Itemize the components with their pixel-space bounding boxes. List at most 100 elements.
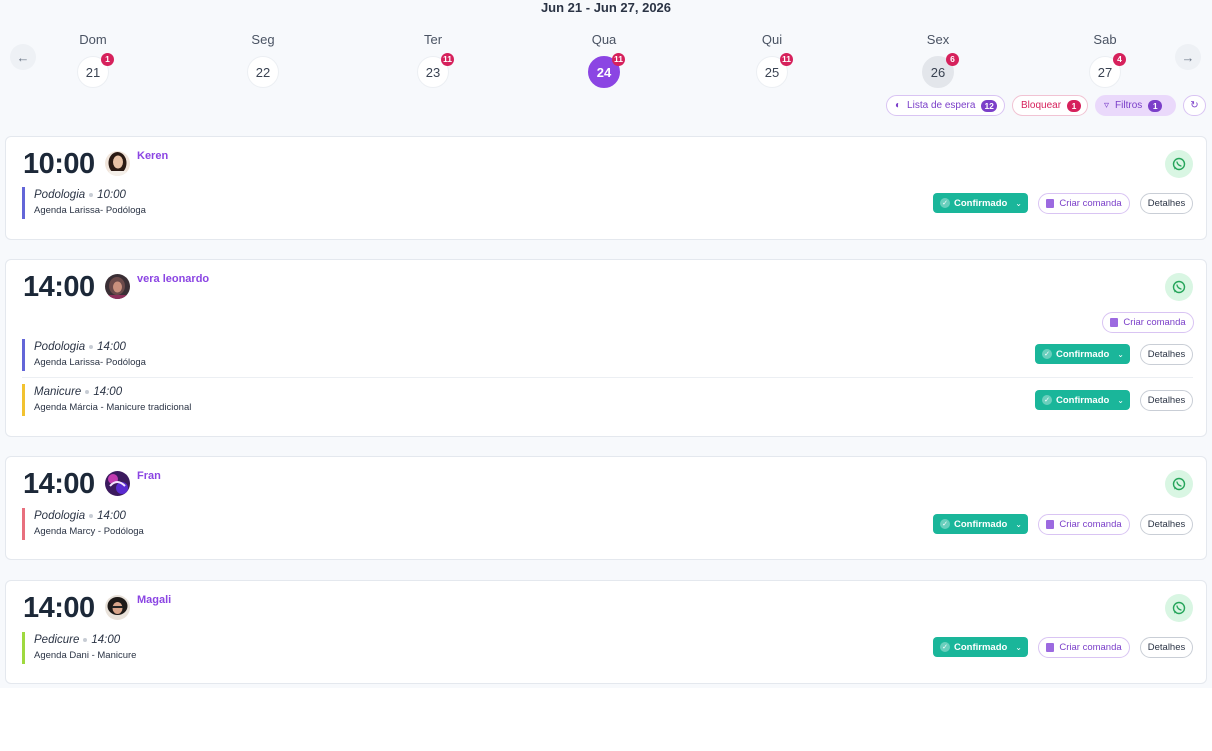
appointment-card: 14:00 Fran Podologia 14:00 Agenda Marcy -…: [5, 456, 1207, 560]
block-count-badge: 1: [1067, 99, 1082, 112]
service-line: Podologia 14:00: [34, 508, 144, 525]
day-number[interactable]: 25 11: [756, 53, 793, 88]
service-agenda: Agenda Larissa- Podóloga: [34, 205, 146, 216]
day-name: Ter: [423, 32, 443, 47]
day-number-text: 26: [930, 64, 946, 80]
receipt-icon: [1046, 520, 1055, 529]
day-count-badge: 11: [441, 53, 454, 66]
waitlist-button[interactable]: ◐ Lista de espera 12: [886, 95, 1005, 116]
day-column-fri[interactable]: Sex 26 6: [908, 32, 968, 88]
service-name: Podologia: [34, 189, 86, 201]
status-dropdown[interactable]: ✓ Confirmado ⌄: [1035, 390, 1130, 410]
status-dropdown[interactable]: ✓ Confirmado ⌄: [1035, 344, 1130, 364]
chevron-down-icon: ⌄: [1015, 642, 1022, 652]
appointment-time: 10:00: [23, 148, 95, 180]
status-label: Confirmado: [1056, 348, 1110, 360]
day-count-badge: 6: [946, 53, 959, 66]
details-button[interactable]: Detalhes: [1140, 390, 1193, 411]
avatar[interactable]: [105, 151, 130, 176]
day-number[interactable]: 21 1: [77, 53, 114, 88]
appointment-card: 10:00 Keren Podologia 10:00 Agenda Lariss…: [5, 136, 1207, 240]
day-column-wed[interactable]: Qua 24 11: [574, 32, 634, 88]
chevron-down-icon: ⌄: [1117, 395, 1124, 405]
details-button[interactable]: Detalhes: [1140, 344, 1193, 365]
service-name: Manicure: [34, 386, 82, 398]
day-name: Qui: [761, 32, 783, 47]
day-column-mon[interactable]: Seg 22: [233, 32, 293, 88]
status-label: Confirmado: [954, 197, 1008, 209]
avatar[interactable]: [105, 471, 130, 496]
filters-label: Filtros: [1115, 100, 1143, 111]
avatar[interactable]: [105, 274, 130, 299]
day-count-badge: 4: [1113, 53, 1126, 66]
day-number-text: 22: [255, 64, 271, 80]
check-icon: ✓: [1042, 349, 1052, 359]
create-comanda-button[interactable]: Criar comanda: [1038, 514, 1130, 535]
block-button[interactable]: Bloquear 1: [1012, 95, 1088, 116]
comanda-label: Criar comanda: [1059, 198, 1122, 209]
appointment-card: 14:00 Magali Pedicure 14:00 Agenda Dani -…: [5, 580, 1207, 684]
service-line: Manicure 14:00: [34, 384, 191, 401]
service-agenda: Agenda Larissa- Podóloga: [34, 357, 146, 368]
status-dropdown[interactable]: ✓ Confirmado ⌄: [933, 514, 1028, 534]
status-label: Confirmado: [954, 641, 1008, 653]
client-name[interactable]: Keren: [137, 150, 168, 162]
check-icon: ✓: [940, 198, 950, 208]
client-name[interactable]: vera leonardo: [137, 273, 209, 285]
service-time: 14:00: [97, 510, 126, 522]
refresh-button[interactable]: ↻: [1183, 95, 1206, 116]
status-dropdown[interactable]: ✓ Confirmado ⌄: [933, 637, 1028, 657]
appointment-time: 14:00: [23, 468, 95, 500]
receipt-icon: [1110, 318, 1119, 327]
status-dropdown[interactable]: ✓ Confirmado ⌄: [933, 193, 1028, 213]
service-agenda: Agenda Dani - Manicure: [34, 650, 137, 661]
check-icon: ✓: [1042, 395, 1052, 405]
client-name[interactable]: Magali: [137, 594, 171, 606]
service-item: Manicure 14:00 Agenda Márcia - Manicure t…: [22, 384, 191, 416]
agenda-page: Jun 21 - Jun 27, 2026 ← → Dom 21 1 Seg 2…: [0, 0, 1212, 688]
service-item: Podologia 14:00 Agenda Marcy - Podóloga: [22, 508, 144, 540]
chevron-down-icon: ⌄: [1015, 519, 1022, 529]
receipt-icon: [1046, 643, 1055, 652]
create-comanda-button[interactable]: Criar comanda: [1038, 637, 1130, 658]
day-number-selected[interactable]: 24 11: [588, 53, 625, 88]
details-button[interactable]: Detalhes: [1140, 637, 1193, 658]
service-time: 14:00: [97, 341, 126, 353]
service-agenda: Agenda Márcia - Manicure tradicional: [34, 402, 192, 413]
whatsapp-icon[interactable]: [1165, 470, 1193, 498]
status-label: Confirmado: [1056, 394, 1110, 406]
day-number[interactable]: 27 4: [1089, 53, 1126, 88]
day-column-thu[interactable]: Qui 25 11: [742, 32, 802, 88]
day-number-text: 24: [596, 64, 612, 80]
avatar[interactable]: [105, 595, 130, 620]
day-name: Sex: [926, 32, 950, 47]
create-comanda-button[interactable]: Criar comanda: [1102, 312, 1194, 333]
service-item: Podologia 14:00 Agenda Larissa- Podóloga: [22, 339, 146, 371]
filter-icon: ▿: [1104, 100, 1110, 111]
arrow-right-icon[interactable]: →: [1175, 44, 1201, 70]
whatsapp-icon[interactable]: [1165, 273, 1193, 301]
create-comanda-button[interactable]: Criar comanda: [1038, 193, 1130, 214]
clock-icon: ◐: [895, 100, 902, 111]
service-agenda: Agenda Marcy - Podóloga: [34, 526, 144, 537]
client-name[interactable]: Fran: [137, 470, 161, 482]
appointment-time: 14:00: [23, 271, 95, 303]
day-column-sun[interactable]: Dom 21 1: [63, 32, 123, 88]
day-name: Sab: [1093, 32, 1117, 47]
filters-button[interactable]: ▿ Filtros 1: [1095, 95, 1176, 116]
service-time: 10:00: [97, 189, 126, 201]
day-column-tue[interactable]: Ter 23 11: [403, 32, 463, 88]
day-column-sat[interactable]: Sab 27 4: [1075, 32, 1135, 88]
service-time: 14:00: [91, 634, 121, 646]
details-button[interactable]: Detalhes: [1140, 193, 1193, 214]
day-number[interactable]: 22: [247, 56, 279, 88]
whatsapp-icon[interactable]: [1165, 594, 1193, 622]
comanda-label: Criar comanda: [1059, 519, 1122, 530]
day-number[interactable]: 26 6: [922, 53, 959, 88]
comanda-label: Criar comanda: [1123, 317, 1186, 328]
whatsapp-icon[interactable]: [1165, 150, 1193, 178]
day-number[interactable]: 23 11: [417, 53, 454, 88]
details-button[interactable]: Detalhes: [1140, 514, 1193, 535]
service-time: 14:00: [93, 386, 123, 398]
arrow-left-icon[interactable]: ←: [10, 44, 36, 70]
